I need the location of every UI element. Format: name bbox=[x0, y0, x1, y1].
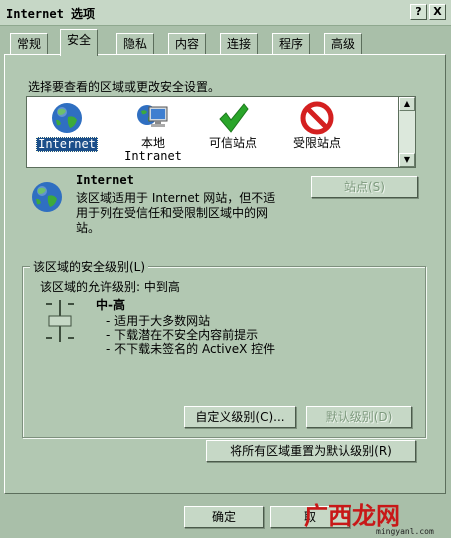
level-bullet: - 不下载未签名的 ActiveX 控件 bbox=[106, 342, 276, 356]
watermark-url: mingyanl.com bbox=[376, 527, 434, 536]
watermark-text: 广西龙网 bbox=[304, 502, 400, 530]
zone-internet[interactable]: Internet bbox=[27, 97, 107, 169]
zone-label: 受限站点 bbox=[292, 136, 341, 150]
close-button[interactable]: X bbox=[429, 4, 446, 20]
select-zone-prompt: 选择要查看的区域或更改安全设置。 bbox=[28, 80, 221, 94]
security-level-slider[interactable] bbox=[44, 298, 76, 344]
selected-zone-description: 该区域适用于 Internet 网站，但不适用于列在受信任和受限制区域中的网站。 bbox=[76, 191, 276, 235]
zone-list-scrollbar[interactable]: ▲ ▼ bbox=[398, 96, 416, 168]
zone-trusted-sites[interactable]: 可信站点 bbox=[193, 97, 273, 169]
globe-icon bbox=[52, 103, 82, 133]
tab-privacy[interactable]: 隐私 bbox=[116, 33, 155, 55]
allowed-levels-text: 该区域的允许级别: 中到高 bbox=[40, 280, 180, 294]
tab-general[interactable]: 常规 bbox=[10, 33, 49, 55]
help-button[interactable]: ? bbox=[410, 4, 427, 20]
ok-button[interactable]: 确定 bbox=[184, 506, 264, 528]
scroll-down-icon[interactable]: ▼ bbox=[399, 153, 415, 167]
tab-connections[interactable]: 连接 bbox=[220, 33, 259, 55]
zone-label: Internet bbox=[36, 137, 98, 152]
zone-label: 可信站点 bbox=[208, 136, 257, 150]
security-level-name: 中-高 bbox=[96, 298, 125, 312]
default-level-button[interactable]: 默认级别(D) bbox=[306, 406, 412, 428]
security-level-group-label: 该区域的安全级别(L) bbox=[30, 258, 149, 275]
zone-list: Internet 本地 Intranet 可信站点 受限站点 bbox=[26, 96, 416, 168]
level-bullet: - 适用于大多数网站 bbox=[106, 314, 211, 328]
sites-button[interactable]: 站点(S) bbox=[311, 176, 418, 198]
intranet-icon bbox=[137, 105, 168, 127]
tab-content[interactable]: 内容 bbox=[168, 33, 207, 55]
scroll-up-icon[interactable]: ▲ bbox=[399, 97, 415, 111]
zone-restricted-sites[interactable]: 受限站点 bbox=[277, 97, 357, 169]
selected-zone-globe-icon bbox=[30, 180, 64, 217]
tab-security[interactable]: 安全 bbox=[60, 29, 99, 56]
tab-programs[interactable]: 程序 bbox=[272, 33, 311, 55]
level-bullet: - 下载潜在不安全内容前提示 bbox=[106, 328, 259, 342]
zone-label: 本地 Intranet bbox=[124, 136, 182, 163]
checkmark-icon bbox=[219, 103, 249, 133]
selected-zone-title: Internet bbox=[76, 173, 134, 187]
custom-level-button[interactable]: 自定义级别(C)... bbox=[184, 406, 296, 428]
restricted-icon bbox=[300, 101, 334, 135]
reset-all-zones-button[interactable]: 将所有区域重置为默认级别(R) bbox=[206, 440, 416, 462]
zone-local-intranet[interactable]: 本地 Intranet bbox=[113, 97, 193, 169]
window-title: Internet 选项 bbox=[6, 7, 96, 21]
tab-advanced[interactable]: 高级 bbox=[324, 33, 363, 55]
